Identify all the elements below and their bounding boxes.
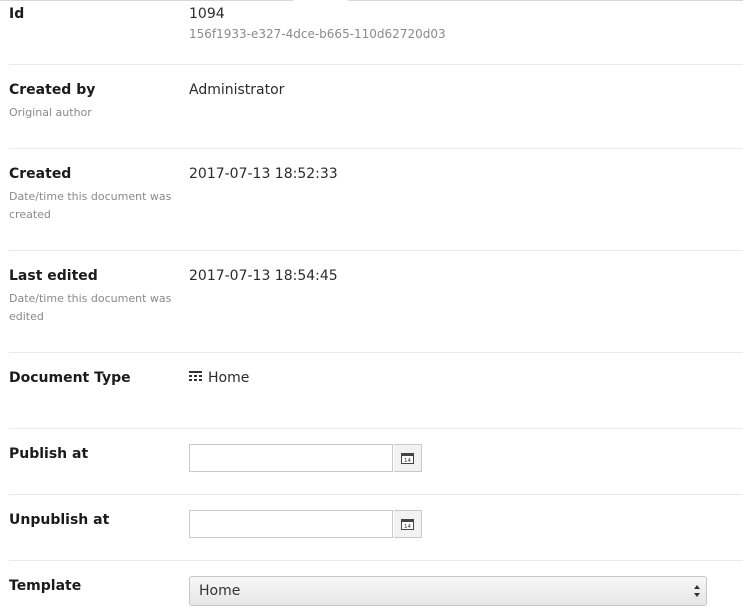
info-row-unpublish-at: Unpublish at 14 [9,495,743,561]
unpublish-at-label: Unpublish at [9,512,110,528]
info-row-last-edited: Last edited Date/time this document was … [9,251,743,353]
last-edited-label: Last edited [9,268,98,284]
created-description: Date/time this document was created [9,190,172,221]
template-label: Template [9,578,82,594]
grid-icon [189,370,202,386]
svg-text:14: 14 [404,458,411,464]
last-edited-value: 2017-07-13 18:54:45 [189,268,338,284]
publish-at-datepicker: 14 [189,444,422,472]
unpublish-at-datepicker: 14 [189,510,422,538]
calendar-icon: 14 [401,453,414,464]
created-label: Created [9,166,72,182]
id-label: Id [9,6,25,22]
created-by-label: Created by [9,82,96,98]
document-type-value: Home [208,370,250,386]
info-row-created-by: Created by Original author Administrator [9,65,743,149]
info-row-publish-at: Publish at 14 [9,429,743,495]
created-by-value: Administrator [189,82,285,98]
info-row-document-type: Document Type Home [9,353,743,429]
svg-text:14: 14 [404,524,411,530]
select-arrows-icon [694,585,700,597]
id-guid: 156f1933-e327-4dce-b665-110d62720d03 [189,27,446,41]
publish-at-calendar-button[interactable]: 14 [394,444,422,472]
document-type-value-container: Home [189,370,249,386]
calendar-icon: 14 [401,519,414,530]
created-value: 2017-07-13 18:52:33 [189,166,338,182]
info-row-template: Template Home [9,561,743,608]
unpublish-at-input[interactable] [189,510,393,538]
template-select[interactable]: Home [189,576,707,606]
unpublish-at-calendar-button[interactable]: 14 [394,510,422,538]
publish-at-input[interactable] [189,444,393,472]
info-row-created: Created Date/time this document was crea… [9,149,743,251]
created-by-description: Original author [9,106,92,119]
last-edited-description: Date/time this document was edited [9,292,172,323]
document-type-label: Document Type [9,370,131,386]
template-selected-value: Home [199,583,241,599]
info-row-id: Id 1094 156f1933-e327-4dce-b665-110d6272… [9,0,743,65]
publish-at-label: Publish at [9,446,89,462]
id-value: 1094 [189,6,225,22]
